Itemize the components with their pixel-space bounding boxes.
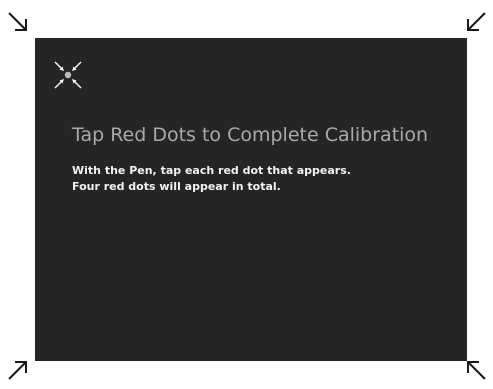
arrow-down-right-icon xyxy=(4,8,32,36)
instruction-line: Four red dots will appear in total. xyxy=(72,180,281,193)
calibration-screen: Tap Red Dots to Complete Calibration Wit… xyxy=(0,0,493,389)
arrow-down-left-icon xyxy=(462,8,490,36)
calibration-panel: Tap Red Dots to Complete Calibration Wit… xyxy=(35,38,467,361)
calibration-title: Tap Red Dots to Complete Calibration xyxy=(72,124,429,146)
instruction-line: With the Pen, tap each red dot that appe… xyxy=(72,164,351,177)
arrow-up-right-icon xyxy=(4,356,32,384)
calibration-target-icon[interactable] xyxy=(49,55,87,93)
calibration-instructions: With the Pen, tap each red dot that appe… xyxy=(72,163,351,195)
